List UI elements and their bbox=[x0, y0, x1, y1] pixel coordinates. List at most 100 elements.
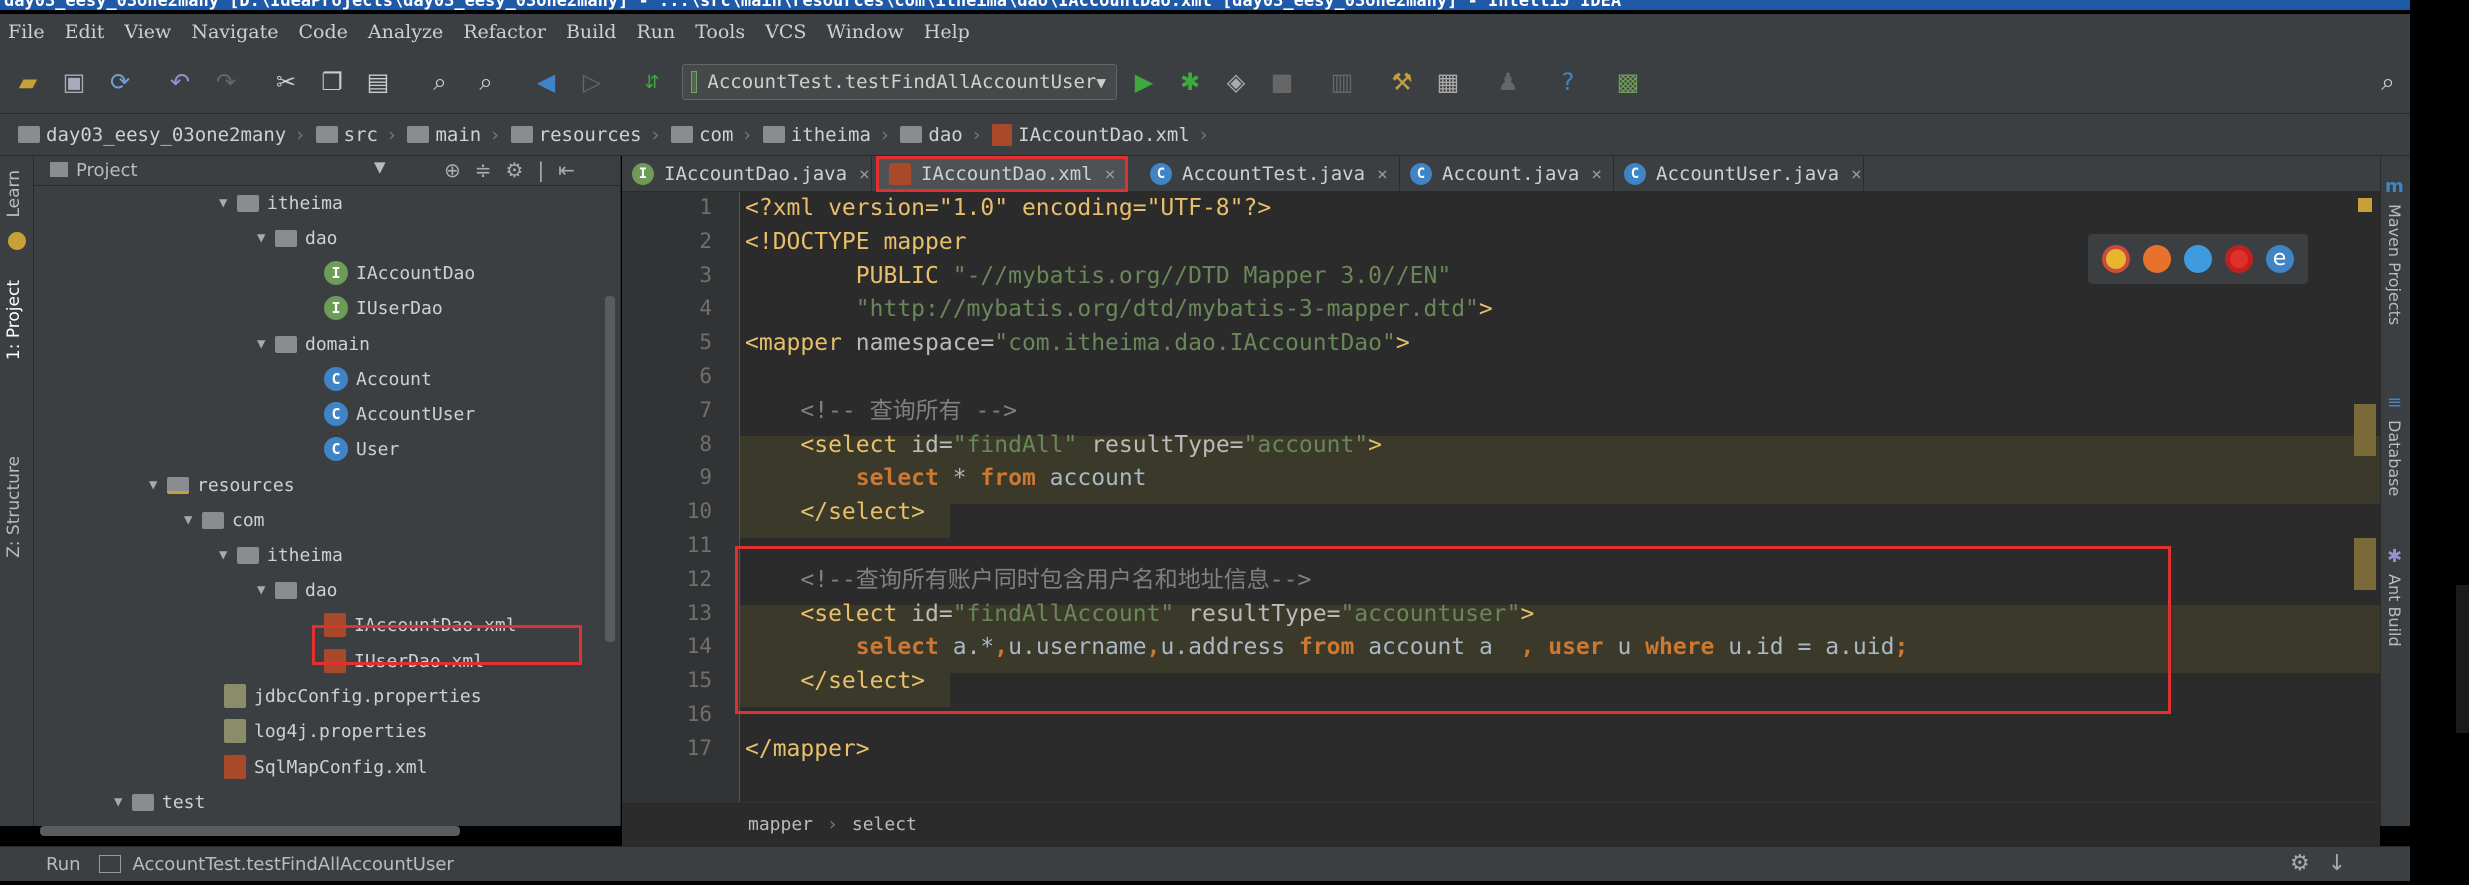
run-icon[interactable]: ▶ bbox=[1128, 66, 1160, 98]
chevron-down-icon[interactable]: ▼ bbox=[374, 158, 386, 176]
tree-item-resources[interactable]: ▼ resources bbox=[149, 468, 295, 502]
menu-tools[interactable]: Tools bbox=[695, 21, 745, 43]
vcs-icon[interactable]: ♟ bbox=[1492, 66, 1524, 98]
tab-label: AccountUser.java bbox=[1656, 163, 1840, 185]
search-icon[interactable]: ⌕ bbox=[2372, 66, 2404, 98]
tree-item-sqlmapconfig[interactable]: SqlMapConfig.xml bbox=[224, 750, 427, 784]
folder-icon bbox=[510, 126, 533, 143]
scroll-marker[interactable] bbox=[2354, 404, 2376, 456]
nav-crumb-dao[interactable]: dao › bbox=[900, 124, 992, 146]
tab-account-java[interactable]: C Account.java × bbox=[1400, 156, 1614, 192]
menu-run[interactable]: Run bbox=[636, 21, 675, 43]
menu-analyze[interactable]: Analyze bbox=[368, 21, 443, 43]
undo-icon[interactable]: ↶ bbox=[164, 66, 196, 98]
menu-help[interactable]: Help bbox=[924, 21, 970, 43]
code-token: id= bbox=[911, 431, 953, 458]
find-icon[interactable]: ⌕ bbox=[424, 66, 456, 98]
nav-crumb-main[interactable]: main › bbox=[407, 124, 510, 146]
settings-icon[interactable]: ⚒ bbox=[1386, 66, 1418, 98]
ie-icon[interactable]: e bbox=[2265, 245, 2294, 273]
opera-icon[interactable] bbox=[2224, 245, 2253, 273]
nav-crumb-itheima[interactable]: itheima › bbox=[762, 124, 901, 146]
tool-window-learn[interactable]: Learn bbox=[4, 170, 24, 218]
coverage-icon[interactable]: ◈ bbox=[1220, 66, 1252, 98]
firefox-icon[interactable] bbox=[2143, 245, 2172, 273]
menu-edit[interactable]: Edit bbox=[65, 21, 105, 43]
nav-crumb-project[interactable]: day03_eesy_03one2many › bbox=[18, 124, 316, 146]
close-icon[interactable]: × bbox=[1105, 164, 1116, 185]
nav-crumb-src[interactable]: src › bbox=[315, 124, 408, 146]
sdk-icon[interactable]: ▥ bbox=[1326, 66, 1358, 98]
close-icon[interactable]: × bbox=[1591, 164, 1602, 185]
menu-build[interactable]: Build bbox=[566, 21, 617, 43]
menu-code[interactable]: Code bbox=[298, 21, 347, 43]
status-actions[interactable]: ⚙↓ bbox=[2290, 851, 2364, 876]
project-horizontal-scrollbar[interactable] bbox=[40, 826, 460, 836]
open-icon[interactable]: ▰ bbox=[12, 66, 44, 98]
tool-window-ant[interactable]: Ant Build bbox=[2385, 574, 2404, 647]
tree-item-accountuser[interactable]: C AccountUser bbox=[324, 397, 475, 431]
copy-icon[interactable]: ❐ bbox=[316, 66, 348, 98]
tab-iaccountdao-xml[interactable]: IAccountDao.xml × bbox=[876, 156, 1128, 192]
nav-crumb-com[interactable]: com › bbox=[671, 124, 763, 146]
project-vertical-scrollbar[interactable] bbox=[605, 296, 615, 642]
structure-icon[interactable]: ▦ bbox=[1432, 66, 1464, 98]
tree-item-domain[interactable]: ▼ domain bbox=[257, 327, 370, 361]
tool-window-database[interactable]: Database bbox=[2385, 420, 2404, 496]
build-icon[interactable]: ⇵ bbox=[636, 66, 668, 98]
editor-crumb-select[interactable]: select bbox=[852, 814, 917, 835]
tree-item-user[interactable]: C User bbox=[324, 432, 399, 466]
menu-file[interactable]: File bbox=[8, 21, 45, 43]
paste-icon[interactable]: ▤ bbox=[362, 66, 394, 98]
tasks-icon[interactable]: ▩ bbox=[1612, 66, 1644, 98]
tree-item-itheima-res[interactable]: ▼ itheima bbox=[219, 538, 343, 572]
run-config-status[interactable]: AccountTest.testFindAllAccountUser bbox=[133, 854, 454, 875]
tree-item-itheima[interactable]: ▼ itheima bbox=[219, 186, 343, 220]
help-icon[interactable]: ? bbox=[1552, 66, 1584, 98]
run-label[interactable]: Run bbox=[46, 854, 81, 875]
save-icon[interactable]: ▣ bbox=[58, 66, 90, 98]
tab-iaccountdao-java[interactable]: I IAccountDao.java × bbox=[622, 156, 872, 192]
close-icon[interactable]: × bbox=[1377, 164, 1388, 185]
debug-icon[interactable]: ✱ bbox=[1174, 66, 1206, 98]
replace-icon[interactable]: ⌕ bbox=[470, 66, 502, 98]
nav-crumb-file[interactable]: IAccountDao.xml › bbox=[992, 123, 1219, 146]
cut-icon[interactable]: ✂ bbox=[270, 66, 302, 98]
tool-window-project[interactable]: 1: Project bbox=[4, 280, 24, 360]
menu-vcs[interactable]: VCS bbox=[765, 21, 806, 43]
sync-icon[interactable]: ⟳ bbox=[104, 66, 136, 98]
error-stripe-status[interactable] bbox=[2358, 198, 2372, 212]
tree-item-account[interactable]: C Account bbox=[324, 362, 432, 396]
tab-accountuser-java[interactable]: C AccountUser.java × bbox=[1614, 156, 1864, 192]
tree-item-com[interactable]: ▼ com bbox=[184, 503, 265, 537]
menu-window[interactable]: Window bbox=[826, 21, 903, 43]
tab-accounttest-java[interactable]: C AccountTest.java × bbox=[1140, 156, 1400, 192]
tree-item-test[interactable]: ▼ test bbox=[114, 785, 205, 819]
tree-item-dao-res[interactable]: ▼ dao bbox=[257, 573, 338, 607]
run-configuration-select[interactable]: AccountTest.testFindAllAccountUser ▼ bbox=[682, 64, 1117, 100]
project-panel-title[interactable]: Project bbox=[76, 160, 138, 181]
tree-item-iaccountdao[interactable]: I IAccountDao bbox=[324, 256, 475, 290]
chrome-icon[interactable] bbox=[2102, 245, 2131, 273]
code-token: <?xml version="1.0" encoding="UTF-8"?> bbox=[745, 195, 1272, 221]
menu-navigate[interactable]: Navigate bbox=[191, 21, 278, 43]
tree-item-log4j[interactable]: log4j.properties bbox=[224, 714, 427, 748]
tree-item-dao[interactable]: ▼ dao bbox=[257, 221, 338, 255]
tool-window-maven[interactable]: Maven Projects bbox=[2385, 204, 2404, 325]
scroll-marker[interactable] bbox=[2354, 538, 2376, 590]
menu-refactor[interactable]: Refactor bbox=[463, 21, 546, 43]
tree-item-jdbcconfig[interactable]: jdbcConfig.properties bbox=[224, 679, 482, 713]
forward-icon[interactable]: ▷ bbox=[576, 66, 608, 98]
safari-icon[interactable] bbox=[2183, 245, 2212, 273]
close-icon[interactable]: × bbox=[859, 164, 870, 185]
back-icon[interactable]: ◀ bbox=[530, 66, 562, 98]
menu-view[interactable]: View bbox=[124, 21, 171, 43]
close-icon[interactable]: × bbox=[1851, 164, 1862, 185]
stop-icon[interactable]: ■ bbox=[1266, 66, 1298, 98]
editor-crumb-mapper[interactable]: mapper bbox=[748, 814, 813, 835]
redo-icon[interactable]: ↷ bbox=[210, 66, 242, 98]
tool-window-structure[interactable]: Z: Structure bbox=[4, 456, 24, 558]
tree-item-iuserdao[interactable]: I IUserDao bbox=[324, 291, 443, 325]
panel-actions[interactable]: ⊕≑⚙|⇤ bbox=[444, 158, 589, 182]
nav-crumb-resources[interactable]: resources › bbox=[510, 124, 671, 146]
